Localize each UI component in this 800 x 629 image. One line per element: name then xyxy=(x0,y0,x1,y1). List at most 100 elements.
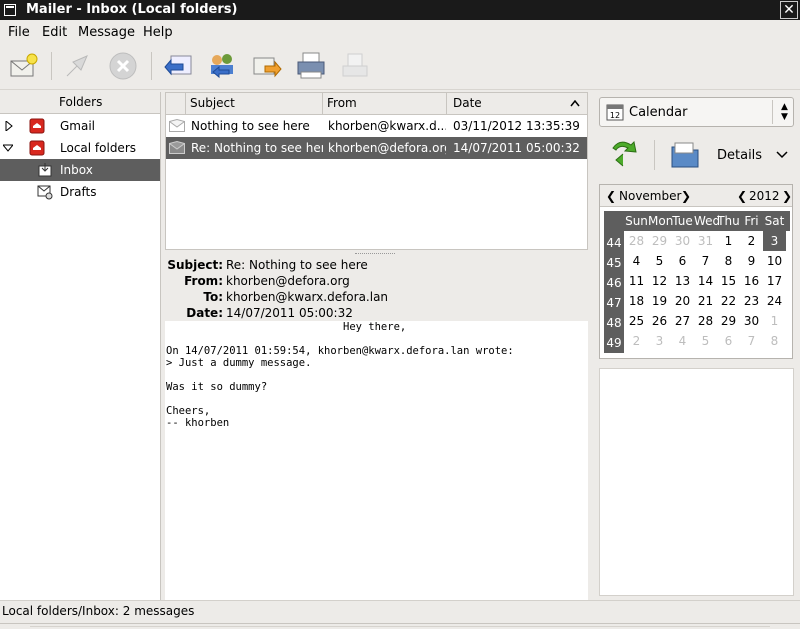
calendar-day[interactable]: 8 xyxy=(763,331,786,351)
close-window-button[interactable]: ✕ xyxy=(780,1,798,19)
calendar-day[interactable]: 2 xyxy=(740,231,763,251)
folder-label: Inbox xyxy=(60,163,93,177)
calendar-day[interactable]: 9 xyxy=(740,251,763,271)
column-header-subject[interactable]: Subject xyxy=(186,93,323,114)
from-label: From: xyxy=(184,274,223,288)
calendar-day[interactable]: 7 xyxy=(694,251,717,271)
weekday-header: Sun xyxy=(625,214,648,228)
body-line: Was it so dummy? xyxy=(166,381,268,393)
calendar-day[interactable]: 6 xyxy=(671,251,694,271)
calendar-day[interactable]: 4 xyxy=(625,251,648,271)
calendar-day[interactable]: 12 xyxy=(648,271,671,291)
calendar-day[interactable]: 1 xyxy=(763,311,786,331)
calendar-day[interactable]: 15 xyxy=(717,271,740,291)
calendar-day[interactable]: 18 xyxy=(625,291,648,311)
calendar-day[interactable]: 7 xyxy=(740,331,763,351)
folder-pane: Folders Gmail Local folders Inbox Drafts xyxy=(0,92,161,600)
calendar-icon: 12 xyxy=(606,104,624,121)
message-body[interactable]: Hey there, On 14/07/2011 01:59:54, khorb… xyxy=(165,321,588,600)
chevron-down-icon[interactable] xyxy=(776,151,788,159)
folder-details-icon xyxy=(671,142,699,168)
calendar-day[interactable]: 5 xyxy=(648,251,671,271)
calendar-day[interactable]: 25 xyxy=(625,311,648,331)
details-button-label[interactable]: Details xyxy=(717,148,762,163)
reply-all-icon xyxy=(211,54,233,79)
print-button[interactable] xyxy=(295,50,327,82)
calendar-day[interactable]: 1 xyxy=(717,231,740,251)
column-header-icon[interactable] xyxy=(166,93,186,114)
month-label: November xyxy=(619,189,682,203)
expand-arrow-icon[interactable] xyxy=(4,121,14,131)
calendar-day[interactable]: 26 xyxy=(648,311,671,331)
menu-file[interactable]: File xyxy=(8,25,30,40)
calendar-day[interactable]: 13 xyxy=(671,271,694,291)
subject-header-label: Subject xyxy=(190,96,235,110)
plugin-selector[interactable]: 12 Calendar ▲ ▼ xyxy=(599,97,794,127)
folder-gmail[interactable]: Gmail xyxy=(0,115,160,137)
calendar-day[interactable]: 3 xyxy=(648,331,671,351)
folders-header[interactable]: Folders xyxy=(0,92,160,114)
column-header-from[interactable]: From xyxy=(323,93,447,114)
weekday-header: Mon xyxy=(648,214,674,228)
calendar-day[interactable]: 5 xyxy=(694,331,717,351)
folder-inbox[interactable]: Inbox xyxy=(0,159,160,181)
menu-edit[interactable]: Edit xyxy=(42,25,67,40)
side-pane: 12 Calendar ▲ ▼ Details ❮ November ❯ ❮ 20… xyxy=(593,92,800,600)
menu-help[interactable]: Help xyxy=(143,25,173,40)
calendar-day[interactable]: 31 xyxy=(694,231,717,251)
calendar-day[interactable]: 11 xyxy=(625,271,648,291)
date-label: Date: xyxy=(186,306,223,320)
collapse-arrow-icon[interactable] xyxy=(3,143,13,153)
folder-drafts[interactable]: Drafts xyxy=(0,181,160,203)
message-row[interactable]: Re: Nothing to see here khorben@defora.o… xyxy=(166,137,587,159)
refresh-icon[interactable] xyxy=(610,140,640,170)
prev-year-button[interactable]: ❮ xyxy=(737,189,747,203)
fetch-button[interactable] xyxy=(63,50,95,82)
date-header-label: Date xyxy=(453,96,482,110)
next-month-button[interactable]: ❯ xyxy=(681,189,691,203)
calendar-day-selected[interactable]: 3 xyxy=(763,231,786,251)
calendar-day[interactable]: 30 xyxy=(740,311,763,331)
folder-label: Drafts xyxy=(60,185,97,199)
calendar-day[interactable]: 4 xyxy=(671,331,694,351)
read-message-icon xyxy=(169,141,185,154)
calendar-day[interactable]: 17 xyxy=(763,271,786,291)
calendar-day[interactable]: 19 xyxy=(648,291,671,311)
calendar-day[interactable]: 14 xyxy=(694,271,717,291)
calendar-day[interactable]: 21 xyxy=(694,291,717,311)
calendar-day[interactable]: 20 xyxy=(671,291,694,311)
calendar-day[interactable]: 28 xyxy=(625,231,648,251)
calendar-day[interactable]: 23 xyxy=(740,291,763,311)
calendar-day[interactable]: 24 xyxy=(763,291,786,311)
calendar-day[interactable]: 22 xyxy=(717,291,740,311)
plugin-selector-label: Calendar xyxy=(629,105,688,120)
message-from: khorben@defora.org xyxy=(328,141,446,155)
week-number: 46 xyxy=(606,276,622,290)
calendar-day[interactable]: 28 xyxy=(694,311,717,331)
calendar-day[interactable]: 2 xyxy=(625,331,648,351)
calendar-day[interactable]: 27 xyxy=(671,311,694,331)
calendar-day[interactable]: 29 xyxy=(648,231,671,251)
calendar-day[interactable]: 29 xyxy=(717,311,740,331)
calendar-day[interactable]: 10 xyxy=(763,251,786,271)
prev-month-button[interactable]: ❮ xyxy=(606,189,616,203)
column-header-date[interactable]: Date xyxy=(447,93,587,114)
forward-button[interactable] xyxy=(251,50,283,82)
message-row[interactable]: Nothing to see here khorben@kwarx.d... 0… xyxy=(166,115,587,137)
folder-local-folders[interactable]: Local folders xyxy=(0,137,160,159)
stop-button[interactable] xyxy=(107,50,139,82)
new-message-button[interactable] xyxy=(8,50,40,82)
next-year-button[interactable]: ❯ xyxy=(782,189,792,203)
save-button[interactable] xyxy=(339,50,371,82)
calendar-day[interactable]: 6 xyxy=(717,331,740,351)
calendar-day[interactable]: 8 xyxy=(717,251,740,271)
calendar-day[interactable]: 16 xyxy=(740,271,763,291)
message-date: 03/11/2012 13:35:39 xyxy=(453,119,580,133)
reply-all-button[interactable] xyxy=(207,50,239,82)
window-menu-icon[interactable] xyxy=(4,4,16,16)
folders-header-label: Folders xyxy=(59,95,103,109)
message-date: 14/07/2011 05:00:32 xyxy=(453,141,580,155)
menu-message[interactable]: Message xyxy=(78,25,135,40)
calendar-day[interactable]: 30 xyxy=(671,231,694,251)
reply-button[interactable] xyxy=(163,50,195,82)
